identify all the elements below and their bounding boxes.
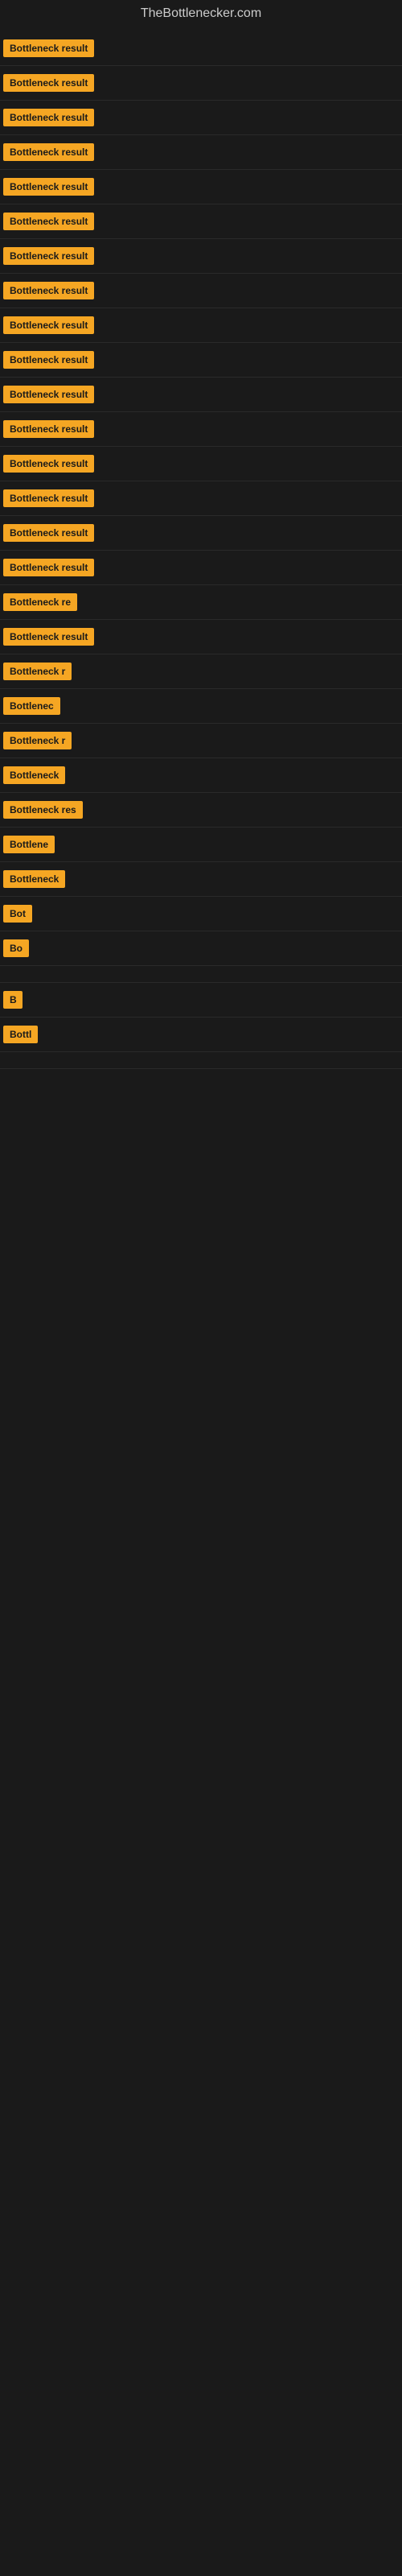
bottleneck-badge: Bottleneck result (3, 628, 94, 646)
list-item: Bottleneck result (0, 447, 402, 481)
bottleneck-badge: Bottleneck res (3, 801, 83, 819)
bottleneck-badge: Bottlenec (3, 697, 60, 715)
bottleneck-badge: Bottleneck result (3, 524, 94, 542)
list-item: Bot (0, 897, 402, 931)
list-item: Bottleneck result (0, 135, 402, 170)
list-item (0, 966, 402, 983)
list-item (0, 1052, 402, 1069)
bottleneck-badge: Bottleneck result (3, 178, 94, 196)
list-item: Bottleneck result (0, 274, 402, 308)
list-item: Bottleneck (0, 758, 402, 793)
list-item: Bottleneck result (0, 170, 402, 204)
list-item: Bottleneck re (0, 585, 402, 620)
list-item: Bottleneck res (0, 793, 402, 828)
list-item: Bottleneck r (0, 724, 402, 758)
bottleneck-badge: Bottleneck result (3, 316, 94, 334)
list-item: Bottleneck result (0, 308, 402, 343)
list-item: Bottleneck result (0, 204, 402, 239)
bottleneck-badge: Bottleneck result (3, 247, 94, 265)
list-item: Bottleneck result (0, 343, 402, 378)
list-item: Bottleneck r (0, 654, 402, 689)
list-item: Bo (0, 931, 402, 966)
bottleneck-badge: Bottleneck re (3, 593, 77, 611)
bottleneck-badge: Bottleneck result (3, 282, 94, 299)
bottleneck-badge: Bottleneck result (3, 455, 94, 473)
list-item: Bottleneck result (0, 378, 402, 412)
list-item: Bottl (0, 1018, 402, 1052)
list-item: B (0, 983, 402, 1018)
list-item: Bottleneck result (0, 31, 402, 66)
bottleneck-badge: Bottl (3, 1026, 38, 1043)
site-title: TheBottlenecker.com (141, 6, 261, 20)
list-item: Bottleneck result (0, 481, 402, 516)
list-item: Bottlene (0, 828, 402, 862)
bottleneck-badge: Bottleneck result (3, 74, 94, 92)
bottleneck-badge: Bottleneck result (3, 39, 94, 57)
bottleneck-badge: Bottleneck (3, 766, 65, 784)
bottleneck-badge: Bottleneck result (3, 109, 94, 126)
bottleneck-badge: Bot (3, 905, 32, 923)
bottleneck-badge: Bottleneck result (3, 559, 94, 576)
bottleneck-badge: Bottlene (3, 836, 55, 853)
bottleneck-badge: Bottleneck result (3, 213, 94, 230)
bottleneck-badge: Bottleneck r (3, 663, 72, 680)
list-item: Bottleneck result (0, 101, 402, 135)
list-item: Bottleneck result (0, 551, 402, 585)
items-container: Bottleneck result Bottleneck result Bottle… (0, 27, 402, 1069)
bottleneck-badge: Bottleneck result (3, 143, 94, 161)
bottleneck-badge: Bottleneck result (3, 386, 94, 403)
list-item: Bottleneck (0, 862, 402, 897)
bottleneck-badge: Bottleneck result (3, 351, 94, 369)
list-item: Bottleneck result (0, 239, 402, 274)
list-item: Bottleneck result (0, 412, 402, 447)
list-item: Bottlenec (0, 689, 402, 724)
list-item: Bottleneck result (0, 66, 402, 101)
bottleneck-badge: B (3, 991, 23, 1009)
bottleneck-badge: Bottleneck r (3, 732, 72, 749)
bottleneck-badge: Bottleneck (3, 870, 65, 888)
list-item: Bottleneck result (0, 620, 402, 654)
bottleneck-badge: Bottleneck result (3, 420, 94, 438)
bottleneck-badge: Bottleneck result (3, 489, 94, 507)
bottleneck-badge: Bo (3, 939, 29, 957)
list-item: Bottleneck result (0, 516, 402, 551)
site-header: TheBottlenecker.com (0, 0, 402, 27)
